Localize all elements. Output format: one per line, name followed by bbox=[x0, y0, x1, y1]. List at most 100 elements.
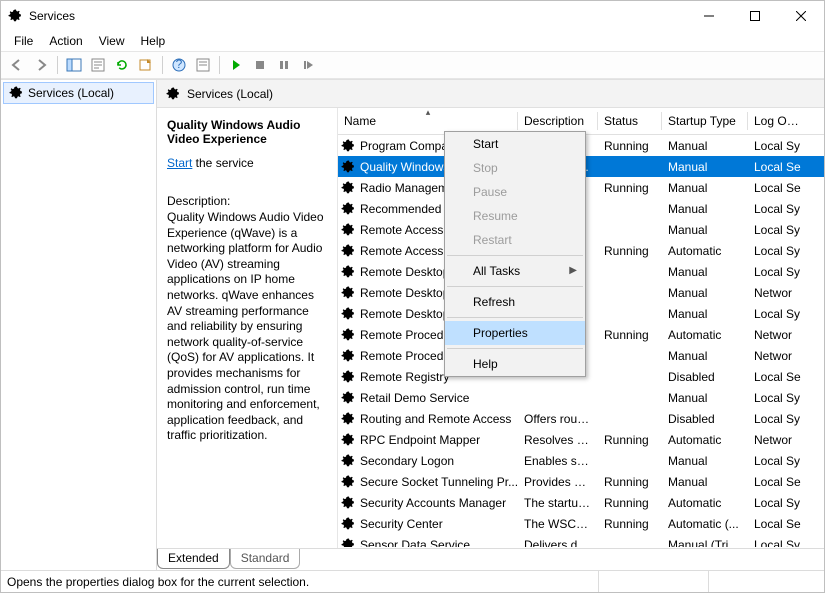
gear-icon bbox=[340, 201, 356, 217]
back-button[interactable] bbox=[5, 54, 29, 76]
status-seg bbox=[598, 571, 708, 592]
menu-separator bbox=[447, 286, 583, 287]
cell-startup: Manual bbox=[662, 202, 748, 216]
col-status[interactable]: Status bbox=[598, 108, 662, 134]
cell-startup: Automatic bbox=[662, 496, 748, 510]
tab-standard[interactable]: Standard bbox=[230, 549, 301, 569]
gear-icon bbox=[340, 285, 356, 301]
tree-item-label: Services (Local) bbox=[28, 86, 114, 100]
menu-item-help[interactable]: Help bbox=[445, 352, 585, 376]
cell-desc: Provides su... bbox=[518, 475, 598, 489]
cell-startup: Manual bbox=[662, 454, 748, 468]
gear-icon bbox=[340, 243, 356, 259]
menu-view[interactable]: View bbox=[92, 32, 132, 50]
cell-logon: Local Sy bbox=[748, 496, 810, 510]
gear-icon bbox=[340, 537, 356, 548]
table-row[interactable]: Retail Demo ServiceManualLocal Sy bbox=[338, 387, 824, 408]
selected-service-name: Quality Windows Audio Video Experience bbox=[167, 118, 329, 146]
menu-action[interactable]: Action bbox=[42, 32, 89, 50]
cell-startup: Manual (Trig... bbox=[662, 538, 748, 548]
cell-startup: Disabled bbox=[662, 412, 748, 426]
show-hide-tree-button[interactable] bbox=[62, 54, 86, 76]
cell-desc: The WSCSV... bbox=[518, 517, 598, 531]
cell-startup: Manual bbox=[662, 307, 748, 321]
restart-service-button[interactable] bbox=[296, 54, 320, 76]
col-logon[interactable]: Log On As bbox=[748, 108, 810, 134]
table-row[interactable]: Secure Socket Tunneling Pr...Provides su… bbox=[338, 471, 824, 492]
content-title: Services (Local) bbox=[187, 87, 273, 101]
cell-startup: Automatic bbox=[662, 244, 748, 258]
menu-item-all-tasks[interactable]: All Tasks▶ bbox=[445, 259, 585, 283]
cell-status: Running bbox=[598, 433, 662, 447]
cell-startup: Manual bbox=[662, 349, 748, 363]
start-service-button[interactable] bbox=[224, 54, 248, 76]
cell-startup: Automatic bbox=[662, 328, 748, 342]
tree-item-services-local[interactable]: Services (Local) bbox=[3, 82, 154, 104]
nav-tree: Services (Local) bbox=[1, 80, 157, 570]
table-row[interactable]: Sensor Data ServiceDelivers dat...Manual… bbox=[338, 534, 824, 547]
content-main: Quality Windows Audio Video Experience S… bbox=[157, 108, 824, 548]
table-row[interactable]: RPC Endpoint MapperResolves RP...Running… bbox=[338, 429, 824, 450]
gear-icon bbox=[340, 264, 356, 280]
content-header: Services (Local) bbox=[157, 80, 824, 108]
refresh-button[interactable] bbox=[110, 54, 134, 76]
menu-help[interactable]: Help bbox=[134, 32, 173, 50]
cell-logon: Local Sy bbox=[748, 265, 810, 279]
status-text: Opens the properties dialog box for the … bbox=[7, 575, 309, 589]
cell-startup: Manual bbox=[662, 181, 748, 195]
menu-item-refresh[interactable]: Refresh bbox=[445, 290, 585, 314]
start-service-line: Start the service bbox=[167, 156, 329, 170]
window-title: Services bbox=[29, 9, 75, 23]
gear-icon bbox=[340, 222, 356, 238]
cell-startup: Manual bbox=[662, 139, 748, 153]
context-menu: StartStopPauseResumeRestartAll Tasks▶Ref… bbox=[444, 131, 586, 377]
cell-logon: Local Sy bbox=[748, 538, 810, 548]
table-row[interactable]: Routing and Remote AccessOffers routi...… bbox=[338, 408, 824, 429]
menu-file[interactable]: File bbox=[7, 32, 40, 50]
cell-logon: Local Sy bbox=[748, 412, 810, 426]
cell-name: Security Accounts Manager bbox=[360, 496, 506, 510]
properties2-button[interactable] bbox=[191, 54, 215, 76]
cell-name: Secondary Logon bbox=[360, 454, 454, 468]
cell-logon: Local Se bbox=[748, 517, 810, 531]
cell-status: Running bbox=[598, 139, 662, 153]
table-row[interactable]: Security CenterThe WSCSV...RunningAutoma… bbox=[338, 513, 824, 534]
menu-item-start[interactable]: Start bbox=[445, 132, 585, 156]
properties-button[interactable] bbox=[86, 54, 110, 76]
pause-service-button[interactable] bbox=[272, 54, 296, 76]
stop-service-button[interactable] bbox=[248, 54, 272, 76]
minimize-button[interactable] bbox=[686, 1, 732, 31]
gear-icon bbox=[340, 516, 356, 532]
forward-button[interactable] bbox=[29, 54, 53, 76]
cell-logon: Local Sy bbox=[748, 202, 810, 216]
services-window: Services File Action View Help ? bbox=[0, 0, 825, 593]
export-button[interactable] bbox=[134, 54, 158, 76]
col-startup[interactable]: Startup Type bbox=[662, 108, 748, 134]
tab-extended[interactable]: Extended bbox=[157, 549, 230, 569]
app-icon bbox=[7, 8, 23, 24]
menu-item-restart: Restart bbox=[445, 228, 585, 252]
table-row[interactable]: Secondary LogonEnables star...ManualLoca… bbox=[338, 450, 824, 471]
cell-name: RPC Endpoint Mapper bbox=[360, 433, 480, 447]
cell-desc: The startup ... bbox=[518, 496, 598, 510]
menu-item-pause: Pause bbox=[445, 180, 585, 204]
help-button[interactable]: ? bbox=[167, 54, 191, 76]
table-row[interactable]: Security Accounts Manager The startup ...… bbox=[338, 492, 824, 513]
start-service-link[interactable]: Start bbox=[167, 156, 192, 170]
cell-logon: Networ bbox=[748, 328, 810, 342]
cell-logon: Local Se bbox=[748, 160, 810, 174]
gear-icon bbox=[340, 138, 356, 154]
cell-logon: Local Sy bbox=[748, 223, 810, 237]
cell-startup: Manual bbox=[662, 265, 748, 279]
cell-name: Retail Demo Service bbox=[360, 391, 469, 405]
menu-item-properties[interactable]: Properties bbox=[445, 321, 585, 345]
svg-text:?: ? bbox=[176, 58, 183, 71]
cell-startup: Manual bbox=[662, 286, 748, 300]
gear-icon bbox=[340, 159, 356, 175]
gear-icon bbox=[8, 85, 24, 101]
submenu-arrow-icon: ▶ bbox=[569, 265, 577, 276]
gear-icon bbox=[340, 390, 356, 406]
cell-logon: Local Sy bbox=[748, 454, 810, 468]
maximize-button[interactable] bbox=[732, 1, 778, 31]
close-button[interactable] bbox=[778, 1, 824, 31]
